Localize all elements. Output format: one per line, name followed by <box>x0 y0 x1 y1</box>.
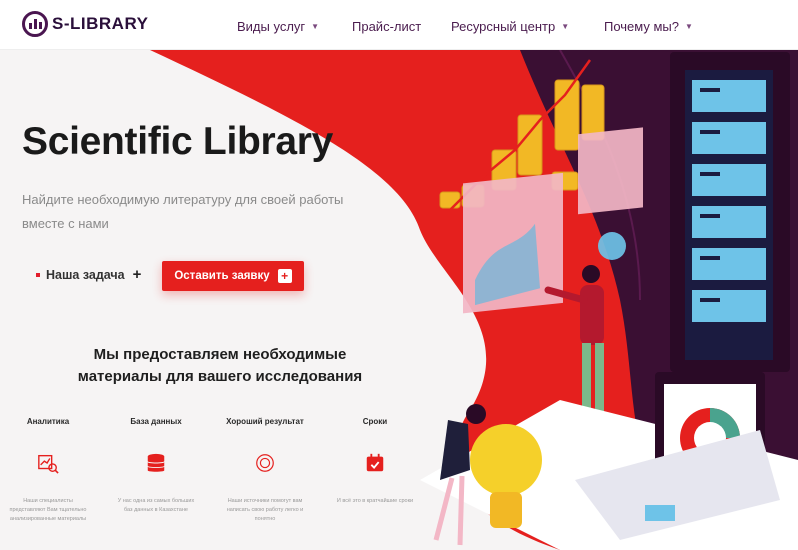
nav-label: Виды услуг <box>237 19 306 34</box>
nav-item-services[interactable]: Виды услуг ▼ <box>237 19 319 34</box>
nav-item-resource-center[interactable]: Ресурсный центр ▼ <box>451 19 569 34</box>
plus-icon: + <box>132 266 142 283</box>
our-task-link[interactable]: Наша задача + <box>36 266 141 283</box>
feature-description: И всё это в кратчайшие сроки <box>336 498 414 504</box>
database-icon <box>147 453 165 472</box>
library-logo-icon <box>22 11 48 37</box>
analytics-icon <box>38 454 59 474</box>
leave-request-label: Оставить заявку <box>174 270 270 282</box>
nav-label: Почему мы? <box>604 19 679 34</box>
calendar-icon <box>366 453 384 472</box>
chevron-down-icon: ▼ <box>311 22 320 31</box>
nav-item-pricelist[interactable]: Прайс-лист <box>352 19 421 34</box>
feature-title: Сроки <box>362 417 388 426</box>
feature-description: Наши источники помогут вам написать свою… <box>226 498 304 522</box>
our-task-label: Наша задача <box>46 267 125 282</box>
feature-title: Аналитика <box>26 417 70 426</box>
nav-label: Ресурсный центр <box>451 19 556 34</box>
feature-description: У нас одна из самых больших баз данных в… <box>117 498 195 513</box>
feature-deadlines: Сроки И всё это в кратчайшие сроки <box>332 417 418 506</box>
leave-request-button[interactable]: Оставить заявку + <box>162 261 304 291</box>
hero-title: Scientific Library <box>22 120 334 163</box>
feature-database: База данных У нас одна из самых больших … <box>113 417 199 515</box>
nav-label: Прайс-лист <box>352 19 422 34</box>
feature-title: Хороший результат <box>226 417 304 426</box>
feature-description: Наши специалисты представляют Вам тщател… <box>9 498 87 522</box>
feature-good-result: Хороший результат Наши источники помогут… <box>222 417 308 524</box>
plus-icon: + <box>277 269 292 283</box>
bullet-icon <box>36 272 40 277</box>
result-icon <box>256 454 274 472</box>
chevron-down-icon: ▼ <box>561 22 570 31</box>
hero-subtitle: Найдите необходимую литературу для своей… <box>22 192 344 231</box>
feature-title: База данных <box>130 417 182 426</box>
chevron-down-icon: ▼ <box>685 22 693 31</box>
nav-item-why-us[interactable]: Почему мы? ▼ <box>604 19 693 34</box>
navbar: S-LIBRARY Виды услуг ▼ Прайс-лист Ресурс… <box>0 0 798 50</box>
logo[interactable]: S-LIBRARY <box>22 11 148 37</box>
brand-name: S-LIBRARY <box>52 14 149 33</box>
feature-analytics: Аналитика Наши специалисты представляют … <box>5 417 91 524</box>
section-title: Мы предоставляем необходимые материалы д… <box>77 346 363 385</box>
